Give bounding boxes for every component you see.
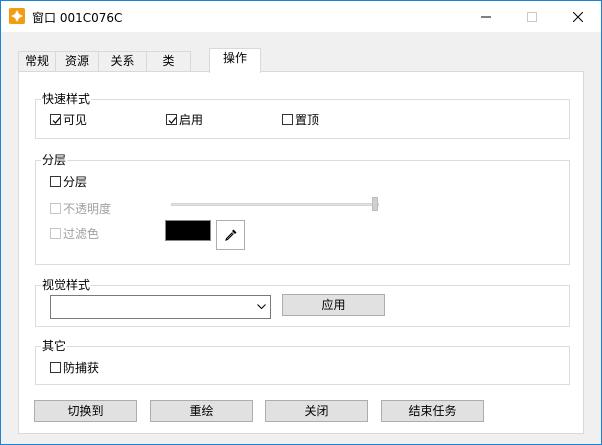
anti-capture-checkbox[interactable]: 防捕获 [50, 359, 99, 376]
close-button[interactable]: 关闭 [265, 400, 368, 422]
visual-style-title: 视觉样式 [41, 278, 92, 292]
tab-general[interactable]: 常规 [18, 51, 56, 71]
window-title: 窗口 001C076C [32, 11, 123, 25]
color-picker-button[interactable] [216, 220, 245, 250]
anti-capture-label: 防捕获 [63, 361, 100, 375]
tab-label: 操作 [222, 51, 247, 65]
checkbox-box [50, 203, 61, 214]
tab-label: 常规 [24, 54, 49, 68]
tab-operations[interactable]: 操作 [209, 48, 261, 73]
tab-label: 关系 [110, 54, 135, 68]
title-bar[interactable]: 窗口 001C076C [1, 1, 601, 32]
redraw-button[interactable]: 重绘 [150, 400, 253, 422]
chevron-down-icon [257, 304, 266, 310]
tab-resources[interactable]: 资源 [55, 51, 99, 71]
layered-checkbox[interactable]: 分层 [50, 173, 87, 190]
visible-checkbox[interactable]: 可见 [50, 111, 87, 128]
minimize-button[interactable] [463, 1, 509, 32]
maximize-icon [527, 11, 537, 22]
minimize-icon [481, 16, 491, 17]
checkbox-box [166, 114, 177, 125]
filter-color-checkbox[interactable]: 过滤色 [50, 225, 99, 242]
eyedropper-icon [224, 229, 236, 241]
checkbox-box [282, 114, 293, 125]
layering-group [35, 160, 570, 265]
checkbox-box [50, 176, 61, 187]
tab-class[interactable]: 类 [146, 51, 191, 71]
visible-label: 可见 [63, 113, 88, 127]
other-title: 其它 [41, 339, 68, 353]
tab-label: 类 [162, 54, 175, 68]
window: 窗口 001C076C 常规 资源 关系 类 操作 快速样式 可见 启用 置顶 … [0, 0, 602, 445]
maximize-button[interactable] [509, 1, 555, 32]
layered-label: 分层 [63, 175, 88, 189]
tab-relations[interactable]: 关系 [98, 51, 147, 71]
apply-button[interactable]: 应用 [282, 294, 385, 316]
app-icon [9, 8, 25, 24]
checkbox-box [50, 362, 61, 373]
layering-title: 分层 [41, 153, 68, 167]
other-group [35, 346, 570, 385]
opacity-slider-thumb[interactable] [372, 197, 378, 211]
check-icon [52, 117, 61, 124]
topmost-checkbox[interactable]: 置顶 [282, 111, 319, 128]
checkbox-box [50, 228, 61, 239]
end-task-button[interactable]: 结束任务 [381, 400, 484, 422]
topmost-label: 置顶 [295, 113, 320, 127]
close-window-button[interactable] [555, 1, 601, 32]
filter-color-swatch[interactable] [165, 220, 211, 241]
close-icon [573, 11, 583, 22]
switch-to-button[interactable]: 切换到 [34, 400, 137, 422]
opacity-label: 不透明度 [63, 202, 112, 216]
visual-style-select[interactable] [50, 295, 271, 319]
filter-color-label: 过滤色 [63, 227, 100, 241]
checkbox-box [50, 114, 61, 125]
enabled-checkbox[interactable]: 启用 [166, 111, 203, 128]
opacity-slider-track[interactable] [171, 203, 379, 206]
check-icon [168, 117, 177, 124]
opacity-checkbox[interactable]: 不透明度 [50, 200, 111, 217]
quick-style-title: 快速样式 [41, 92, 92, 106]
tab-label: 资源 [64, 54, 89, 68]
enabled-label: 启用 [179, 113, 204, 127]
